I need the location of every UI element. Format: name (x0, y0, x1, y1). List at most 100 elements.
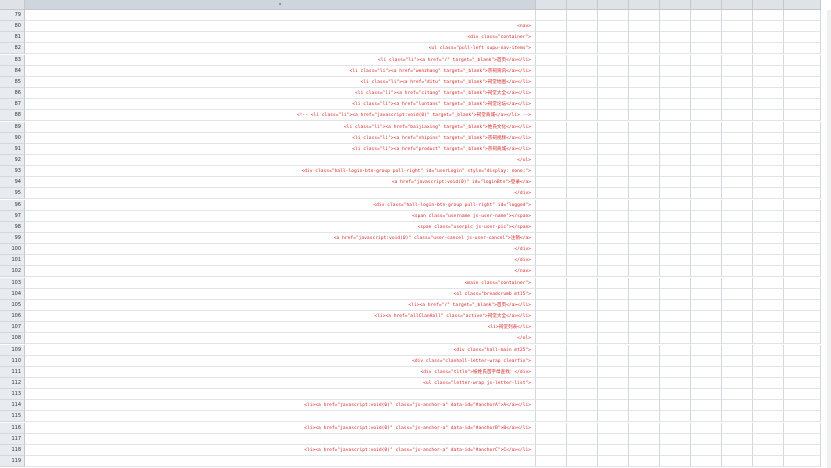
row-number[interactable]: 113 (0, 389, 25, 401)
empty-cell[interactable] (691, 65, 722, 77)
row-number[interactable]: 95 (0, 188, 25, 200)
empty-cell[interactable] (567, 333, 598, 345)
row-number[interactable]: 85 (0, 76, 25, 88)
empty-cell[interactable] (660, 32, 691, 44)
empty-cell[interactable] (629, 277, 660, 289)
empty-cell[interactable] (629, 333, 660, 345)
row-number[interactable]: 104 (0, 288, 25, 300)
empty-cell[interactable] (784, 210, 821, 222)
empty-cell[interactable] (629, 210, 660, 222)
code-cell[interactable]: <li class="li"><a href="citang" target="… (25, 88, 536, 100)
empty-cell[interactable] (722, 355, 753, 367)
empty-cell[interactable] (691, 311, 722, 323)
row-number[interactable]: 90 (0, 132, 25, 144)
empty-cell[interactable] (691, 377, 722, 389)
empty-cell[interactable] (567, 76, 598, 88)
code-cell[interactable]: </div> (25, 255, 536, 267)
row-number[interactable]: 87 (0, 99, 25, 111)
row-number[interactable]: 91 (0, 143, 25, 155)
empty-cell[interactable] (629, 54, 660, 66)
empty-cell[interactable] (784, 333, 821, 345)
empty-cell[interactable] (536, 121, 567, 133)
column-header-h[interactable] (722, 0, 753, 10)
empty-cell[interactable] (784, 54, 821, 66)
empty-cell[interactable] (722, 333, 753, 345)
empty-cell[interactable] (598, 88, 629, 100)
empty-cell[interactable] (722, 288, 753, 300)
row-number[interactable]: 80 (0, 21, 25, 33)
empty-cell[interactable] (722, 221, 753, 233)
empty-cell[interactable] (567, 65, 598, 77)
empty-cell[interactable] (567, 32, 598, 44)
empty-cell[interactable] (598, 444, 629, 456)
empty-cell[interactable] (784, 110, 821, 122)
empty-cell[interactable] (567, 143, 598, 155)
code-cell[interactable]: </div> (25, 188, 536, 200)
empty-cell[interactable] (660, 389, 691, 401)
empty-cell[interactable] (567, 400, 598, 412)
empty-cell[interactable] (691, 166, 722, 178)
code-cell[interactable]: <li><a href="/" target="_blank">首页</a></… (25, 299, 536, 311)
empty-cell[interactable] (753, 433, 784, 445)
empty-cell[interactable] (629, 288, 660, 300)
empty-cell[interactable] (753, 311, 784, 323)
empty-cell[interactable] (567, 366, 598, 378)
empty-cell[interactable] (598, 32, 629, 44)
empty-cell[interactable] (753, 288, 784, 300)
empty-cell[interactable] (598, 244, 629, 256)
empty-cell[interactable] (536, 400, 567, 412)
empty-cell[interactable] (536, 333, 567, 345)
empty-cell[interactable] (598, 433, 629, 445)
column-header-a[interactable]: ▾ (25, 0, 536, 10)
empty-cell[interactable] (536, 377, 567, 389)
code-cell[interactable]: <a href="javascript:void(0)" id="loginBt… (25, 177, 536, 189)
empty-cell[interactable] (784, 244, 821, 256)
code-cell[interactable]: </ol> (25, 333, 536, 345)
empty-cell[interactable] (691, 188, 722, 200)
empty-cell[interactable] (629, 76, 660, 88)
code-cell[interactable]: <main class="container"> (25, 277, 536, 289)
empty-cell[interactable] (536, 433, 567, 445)
empty-cell[interactable] (598, 210, 629, 222)
empty-cell[interactable] (567, 88, 598, 100)
empty-cell[interactable] (784, 389, 821, 401)
empty-cell[interactable] (753, 344, 784, 356)
empty-cell[interactable] (629, 65, 660, 77)
empty-cell[interactable] (536, 110, 567, 122)
empty-cell[interactable] (691, 121, 722, 133)
column-header-g[interactable] (691, 0, 722, 10)
empty-cell[interactable] (536, 132, 567, 144)
empty-cell[interactable] (660, 188, 691, 200)
empty-cell[interactable] (660, 366, 691, 378)
empty-cell[interactable] (536, 99, 567, 111)
empty-cell[interactable] (784, 355, 821, 367)
empty-cell[interactable] (629, 43, 660, 55)
empty-cell[interactable] (536, 177, 567, 189)
empty-cell[interactable] (598, 266, 629, 278)
empty-cell[interactable] (629, 299, 660, 311)
empty-cell[interactable] (567, 21, 598, 33)
empty-cell[interactable] (598, 54, 629, 66)
empty-cell[interactable] (784, 288, 821, 300)
empty-cell[interactable] (691, 411, 722, 423)
empty-cell[interactable] (536, 344, 567, 356)
empty-cell[interactable] (660, 411, 691, 423)
empty-cell[interactable] (784, 76, 821, 88)
row-number[interactable]: 110 (0, 355, 25, 367)
empty-cell[interactable] (784, 344, 821, 356)
empty-cell[interactable] (722, 65, 753, 77)
code-cell[interactable]: </ul> (25, 154, 536, 166)
row-number[interactable]: 94 (0, 177, 25, 189)
code-cell[interactable]: <div class="hall-main mt25"> (25, 344, 536, 356)
row-number[interactable]: 102 (0, 266, 25, 278)
empty-cell[interactable] (567, 389, 598, 401)
empty-cell[interactable] (691, 355, 722, 367)
empty-cell[interactable] (660, 244, 691, 256)
empty-cell[interactable] (660, 233, 691, 244)
empty-cell[interactable] (536, 76, 567, 88)
code-cell[interactable]: <li class="li"><a href="baijiaxing" targ… (25, 121, 536, 133)
row-number[interactable]: 99 (0, 233, 25, 244)
empty-cell[interactable] (660, 10, 691, 21)
empty-cell[interactable] (660, 76, 691, 88)
empty-cell[interactable] (567, 188, 598, 200)
